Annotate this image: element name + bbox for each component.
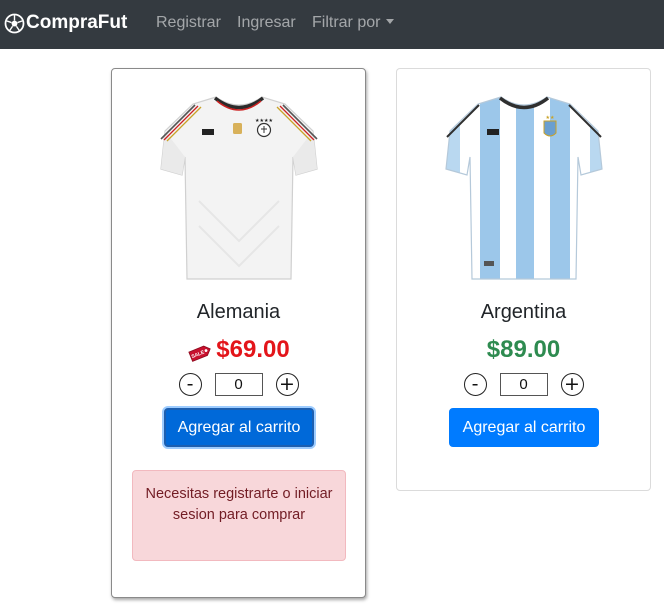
nav-login-link[interactable]: Ingresar xyxy=(237,13,296,32)
decrement-button[interactable]: - xyxy=(463,373,487,396)
brand-link[interactable]: CompraFut xyxy=(4,10,127,36)
svg-text:★★: ★★ xyxy=(546,115,555,121)
product-name: Alemania xyxy=(196,301,281,323)
filter-dropdown-label: Filtrar por xyxy=(312,14,381,31)
germany-jersey-image: ★★★★ xyxy=(160,96,318,280)
product-card-argentina: ★★ Argentina $89.00 - + Agregar al carri… xyxy=(396,68,651,491)
argentina-jersey-image: ★★ xyxy=(445,96,603,280)
product-card-alemania: ★★★★ Alemania SALE $69.00 - + Agregar al… xyxy=(111,68,366,598)
quantity-input[interactable] xyxy=(214,373,263,396)
decrement-button[interactable]: - xyxy=(178,373,202,396)
svg-text:★★★★: ★★★★ xyxy=(255,118,273,124)
product-name: Argentina xyxy=(480,301,567,323)
price-row: SALE $69.00 xyxy=(112,336,365,364)
add-to-cart-button[interactable]: Agregar al carrito xyxy=(449,408,599,447)
quantity-stepper: - + xyxy=(112,373,365,396)
soccer-ball-icon xyxy=(4,13,25,33)
chevron-down-icon xyxy=(386,19,395,24)
quantity-stepper: - + xyxy=(397,373,650,396)
quantity-input[interactable] xyxy=(499,373,548,396)
navbar: CompraFut Registrar Ingresar Filtrar por xyxy=(0,0,664,49)
regular-price: $89.00 xyxy=(486,336,561,363)
price-row: $89.00 xyxy=(397,336,650,364)
filter-dropdown[interactable]: Filtrar por xyxy=(312,13,395,32)
sale-tag-icon: SALE xyxy=(188,345,212,362)
sale-price: $69.00 xyxy=(216,336,290,363)
add-to-cart-button[interactable]: Agregar al carrito xyxy=(164,408,314,447)
increment-button[interactable]: + xyxy=(275,373,299,396)
brand-name: CompraFut xyxy=(26,12,128,33)
nav-register-link[interactable]: Registrar xyxy=(156,13,221,32)
increment-button[interactable]: + xyxy=(560,373,584,396)
login-required-alert: Necesitas registrarte o iniciar sesion p… xyxy=(132,470,346,561)
